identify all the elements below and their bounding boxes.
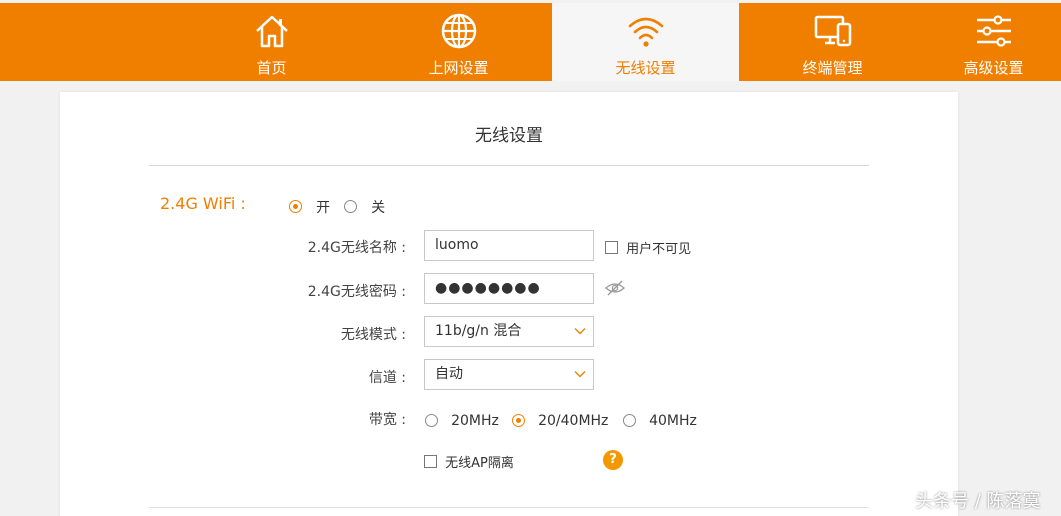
home-icon <box>255 15 288 48</box>
ssid-input[interactable]: luomo <box>424 230 594 261</box>
devices-icon <box>814 15 851 47</box>
sliders-icon <box>976 15 1011 47</box>
hide-ssid-checkbox[interactable] <box>605 241 618 254</box>
wireless-mode-label: 无线模式 : <box>340 327 406 343</box>
nav-wireless-settings[interactable]: 无线设置 <box>552 3 739 81</box>
bottom-divider <box>149 507 869 508</box>
bandwidth-40-label: 40MHz <box>649 412 697 429</box>
wifi-on-option[interactable]: 开 <box>289 196 330 217</box>
wifi-off-radio[interactable] <box>344 200 357 213</box>
bandwidth-20-option[interactable]: 20MHz <box>425 410 499 429</box>
globe-icon <box>441 13 476 49</box>
nav-device-management[interactable]: 终端管理 <box>739 3 926 81</box>
channel-label: 信道 : <box>368 370 406 386</box>
ap-isolation-label: 无线AP隔离 <box>445 456 514 471</box>
chevron-down-icon <box>574 328 586 335</box>
wifi-24g-label: 2.4G WiFi : <box>160 194 246 213</box>
wifi-icon <box>628 17 663 47</box>
wifi-off-option[interactable]: 关 <box>344 196 385 217</box>
bandwidth-2040-option[interactable]: 20/40MHz <box>512 410 608 429</box>
bandwidth-20-label: 20MHz <box>451 412 499 429</box>
password-label: 2.4G无线密码 : <box>307 284 406 300</box>
bandwidth-label: 带宽 : <box>368 412 406 428</box>
password-input[interactable]: ●●●●●●●● <box>424 273 594 304</box>
page-title: 无线设置 <box>475 126 543 146</box>
nav-internet-settings[interactable]: 上网设置 <box>365 3 552 81</box>
bandwidth-2040-radio[interactable] <box>512 414 525 427</box>
bandwidth-40-radio[interactable] <box>623 414 636 427</box>
nav-wireless-settings-label: 无线设置 <box>615 59 676 77</box>
hide-ssid-label: 用户不可见 <box>626 242 692 257</box>
nav-home-label: 首页 <box>256 59 287 77</box>
bandwidth-40-option[interactable]: 40MHz <box>623 410 697 429</box>
nav-device-management-label: 终端管理 <box>802 59 863 77</box>
bandwidth-20-radio[interactable] <box>425 414 438 427</box>
ap-isolation-option[interactable]: 无线AP隔离 <box>424 451 514 471</box>
nav-home[interactable]: 首页 <box>178 3 365 81</box>
show-password-icon[interactable] <box>605 280 625 296</box>
title-divider <box>149 165 869 166</box>
channel-select[interactable]: 自动 <box>424 359 594 390</box>
help-icon[interactable]: ? <box>603 450 623 470</box>
wireless-mode-select[interactable]: 11b/g/n 混合 <box>424 316 594 347</box>
wireless-settings-panel: 无线设置 2.4G WiFi : 开 关 2.4G无线名称 : luomo 用户… <box>60 92 958 516</box>
wifi-on-label: 开 <box>316 199 331 216</box>
hide-ssid-option[interactable]: 用户不可见 <box>605 237 691 257</box>
nav-advanced-settings[interactable]: 高级设置 <box>926 3 1061 81</box>
watermark: 头条号 / 陈落寞 <box>915 491 1041 512</box>
wifi-off-label: 关 <box>371 199 386 216</box>
nav-internet-settings-label: 上网设置 <box>428 59 489 77</box>
bandwidth-2040-label: 20/40MHz <box>538 412 609 429</box>
channel-value: 自动 <box>435 366 463 382</box>
wireless-mode-value: 11b/g/n 混合 <box>435 323 522 339</box>
nav-advanced-settings-label: 高级设置 <box>963 59 1024 77</box>
ssid-label: 2.4G无线名称 : <box>307 240 406 256</box>
wifi-on-radio[interactable] <box>289 200 302 213</box>
chevron-down-icon <box>574 371 586 378</box>
ap-isolation-checkbox[interactable] <box>424 455 437 468</box>
top-navigation: 首页 上网设置 无线设置 终端管理 高级设置 <box>0 3 1061 81</box>
